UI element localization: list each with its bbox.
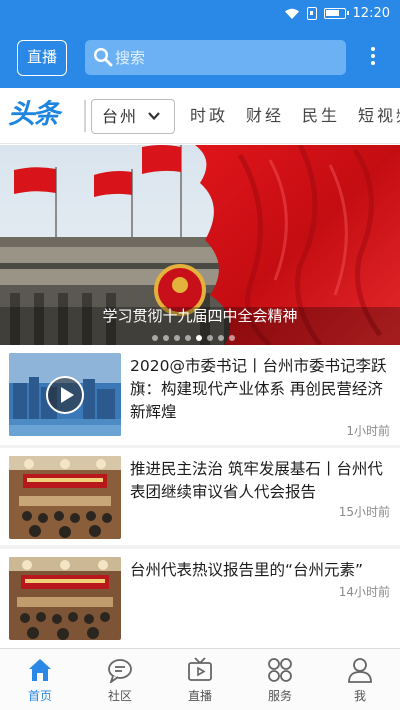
nav-community[interactable]: 社区 (80, 649, 160, 710)
nav-label: 社区 (107, 689, 132, 703)
news-item[interactable]: 台州代表热议报告里的“台州元素” 14小时前 (0, 549, 400, 648)
news-item[interactable]: 2020@市委书记丨台州市委书记李跃旗：构建现代产业体系 再创民营经济新辉煌 1… (0, 345, 400, 445)
news-title: 推进民主法治 筑牢发展基石丨台州代表团继续审议省人代会报告 (130, 460, 383, 501)
bottom-nav: 首页 社区 直播 服务 我 (0, 648, 400, 710)
news-thumbnail (9, 456, 121, 539)
news-time: 15小时前 (338, 505, 390, 519)
wifi-icon (284, 8, 299, 19)
more-vertical-icon[interactable] (364, 44, 382, 72)
tab-livelihood[interactable]: 民生 (302, 88, 340, 143)
carousel-dot (218, 335, 224, 341)
live-button[interactable]: 直播 (17, 40, 67, 76)
chat-bubble-icon (108, 659, 132, 683)
grid-icon (268, 658, 292, 682)
play-icon[interactable] (46, 376, 84, 414)
carousel-dot (152, 335, 158, 341)
headline-logo: 头条 (8, 99, 60, 130)
nav-label: 我 (353, 689, 366, 703)
carousel-indicator (152, 335, 235, 341)
app-header: 直播 (0, 30, 400, 88)
search-icon (93, 47, 113, 67)
search-input[interactable] (115, 40, 335, 75)
status-icons: 12:20 (284, 6, 390, 21)
carousel-dot (163, 335, 169, 341)
nav-label: 服务 (267, 689, 292, 703)
nav-service[interactable]: 服务 (240, 649, 320, 710)
nav-label: 首页 (27, 689, 52, 703)
tab-finance[interactable]: 财经 (246, 88, 284, 143)
nav-home[interactable]: 首页 (0, 649, 80, 710)
nav-me[interactable]: 我 (320, 649, 400, 710)
logo-divider (84, 100, 86, 132)
nav-label: 直播 (187, 689, 212, 703)
news-thumbnail (9, 557, 121, 640)
city-label: 台州 (102, 107, 139, 126)
home-icon (29, 659, 51, 681)
search-box[interactable] (85, 40, 346, 75)
banner-caption: 学习贯彻十九届四中全会精神 (102, 307, 298, 325)
news-time: 1小时前 (346, 424, 390, 438)
channel-bar: 头条 台州 时政 财经 民生 短视频 (0, 88, 400, 144)
sim-icon (306, 7, 317, 20)
news-thumbnail (9, 353, 121, 436)
news-item[interactable]: 推进民主法治 筑牢发展基石丨台州代表团继续审议省人代会报告 15小时前 (0, 448, 400, 548)
channel-tabs: 时政 财经 民生 短视频 (190, 88, 400, 143)
carousel-dot (207, 335, 213, 341)
carousel-dot (229, 335, 235, 341)
user-icon (348, 658, 372, 683)
news-time: 14小时前 (338, 585, 390, 599)
carousel-dot (174, 335, 180, 341)
tab-politics[interactable]: 时政 (190, 88, 228, 143)
tab-short-video[interactable]: 短视频 (358, 88, 400, 143)
city-select[interactable]: 台州 (91, 99, 175, 134)
carousel-dot-active (196, 335, 202, 341)
chevron-down-icon (148, 112, 160, 121)
battery-icon (323, 8, 349, 19)
nav-live[interactable]: 直播 (160, 649, 240, 710)
status-bar: 12:20 (0, 0, 400, 30)
news-title: 台州代表热议报告里的“台州元素” (130, 561, 364, 579)
tv-icon (188, 657, 212, 681)
news-title: 2020@市委书记丨台州市委书记李跃旗：构建现代产业体系 再创民营经济新辉煌 (130, 357, 387, 421)
carousel-dot (185, 335, 191, 341)
status-time: 12:20 (352, 6, 390, 21)
